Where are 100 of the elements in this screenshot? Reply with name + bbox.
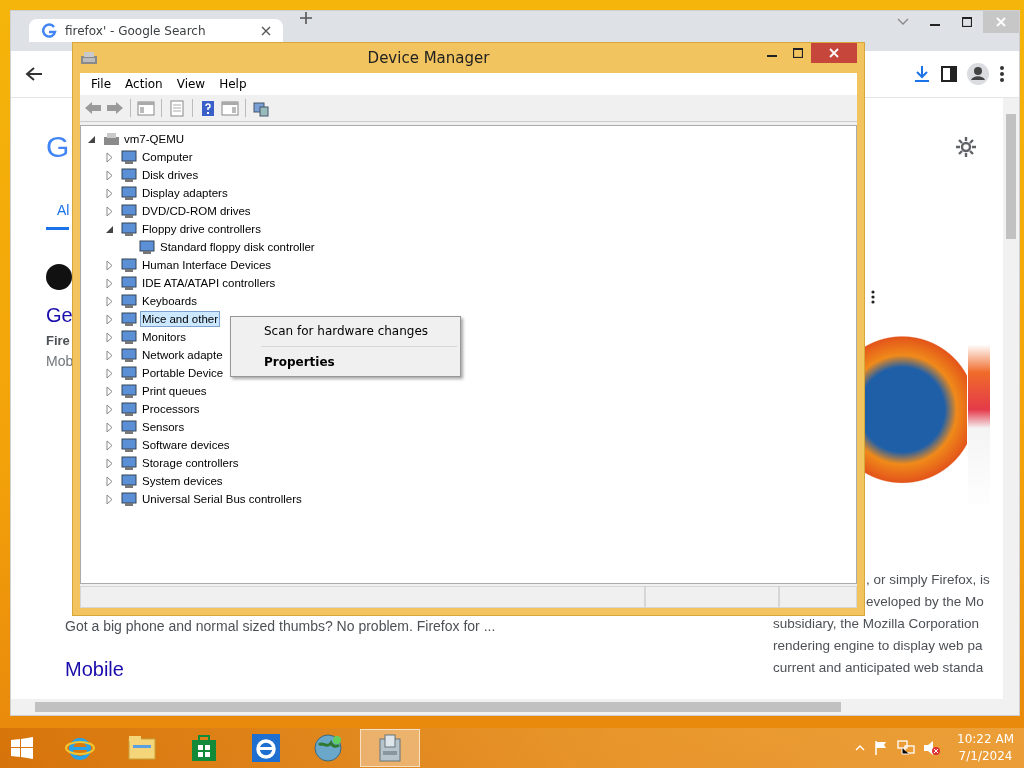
- menu-item[interactable]: View: [169, 75, 213, 93]
- expand-triangle-icon[interactable]: [104, 295, 114, 307]
- expand-triangle-icon[interactable]: [104, 421, 114, 433]
- windows-logo-icon[interactable]: [11, 737, 33, 759]
- caret-up-icon[interactable]: [855, 745, 866, 751]
- google-icon: [41, 22, 57, 39]
- scrollbar[interactable]: [11, 699, 1019, 715]
- panel-text: , or simply Firefox, is: [866, 572, 990, 588]
- tree-item[interactable]: System devices: [140, 473, 225, 489]
- device-icon: [121, 437, 138, 453]
- close-icon: [996, 17, 1006, 27]
- properties-icon[interactable]: [168, 99, 186, 117]
- tree-item[interactable]: Storage controllers: [140, 455, 241, 471]
- tree-item[interactable]: Computer: [140, 149, 195, 165]
- taskbar-button[interactable]: [360, 729, 420, 767]
- maximize-icon[interactable]: [793, 48, 803, 58]
- tree-item[interactable]: Print queues: [140, 383, 209, 399]
- expand-triangle-icon[interactable]: [104, 205, 114, 217]
- expand-triangle-icon[interactable]: [104, 457, 114, 469]
- network-icon[interactable]: [897, 740, 916, 756]
- menu-icon[interactable]: [999, 65, 1005, 83]
- help-icon[interactable]: [199, 99, 217, 117]
- tree-item[interactable]: Keyboards: [140, 293, 199, 309]
- side-panel-icon[interactable]: [941, 66, 957, 82]
- tree-item[interactable]: vm7-QEMU: [122, 131, 187, 147]
- computer-icon: [80, 50, 98, 66]
- browser-tab[interactable]: firefox' - Google Search: [29, 19, 283, 42]
- menu-item[interactable]: Scan for hardware changes: [231, 320, 460, 342]
- chevron-icon[interactable]: [897, 18, 909, 26]
- clock-time: 10:22 AM: [957, 731, 1014, 748]
- close-icon: [829, 48, 839, 58]
- expand-triangle-icon[interactable]: [104, 403, 114, 415]
- tree-item[interactable]: Software devices: [140, 437, 232, 453]
- device-icon: [139, 239, 156, 255]
- expand-triangle-icon[interactable]: [104, 349, 114, 361]
- back-arrow-icon[interactable]: [25, 66, 43, 82]
- tree-item[interactable]: Portable Device: [140, 365, 226, 381]
- menu-item[interactable]: File: [84, 75, 119, 93]
- tree-item[interactable]: Standard floppy disk controller: [158, 239, 317, 255]
- tree-item[interactable]: DVD/CD-ROM drives: [140, 203, 253, 219]
- tree-item[interactable]: Universal Serial Bus controllers: [140, 491, 304, 507]
- result-link[interactable]: Mobile: [65, 658, 124, 680]
- device-icon: [121, 149, 138, 165]
- expand-triangle-icon[interactable]: [104, 259, 114, 271]
- device-icon: [121, 401, 138, 417]
- site-icon: [46, 264, 72, 290]
- scrollbar[interactable]: [1003, 98, 1019, 699]
- download-icon[interactable]: [913, 65, 931, 83]
- device-icon: [121, 275, 138, 291]
- device-icon: [121, 221, 138, 237]
- tree-item[interactable]: Monitors: [140, 329, 189, 345]
- expand-triangle-icon[interactable]: [104, 331, 114, 343]
- tree-item[interactable]: Disk drives: [140, 167, 201, 183]
- folder-icon: [127, 733, 157, 763]
- expand-triangle-icon[interactable]: [104, 169, 114, 181]
- scan-monitor-icon[interactable]: [252, 99, 270, 117]
- computer-icon: [103, 131, 120, 147]
- expand-triangle-icon[interactable]: [104, 493, 114, 505]
- tree-item[interactable]: Processors: [140, 401, 202, 417]
- expand-triangle-icon[interactable]: [104, 277, 114, 289]
- device-icon: [121, 383, 138, 399]
- globe-icon: [313, 733, 343, 763]
- action-pane-icon[interactable]: [221, 99, 239, 117]
- expand-triangle-icon[interactable]: [104, 439, 114, 451]
- expand-triangle-icon[interactable]: [104, 367, 114, 379]
- maximize-icon[interactable]: [962, 17, 972, 27]
- tab-title: firefox' - Google Search: [65, 23, 207, 38]
- tree-item[interactable]: Display adapters: [140, 185, 230, 201]
- expand-triangle-icon[interactable]: [104, 385, 114, 397]
- new-tab-icon[interactable]: [299, 11, 313, 25]
- expand-triangle-icon[interactable]: [104, 313, 114, 325]
- close-button[interactable]: [811, 43, 857, 63]
- device-icon: [121, 311, 138, 327]
- console-tree-icon[interactable]: [137, 99, 155, 117]
- device-icon: [121, 455, 138, 471]
- close-icon[interactable]: [261, 25, 271, 36]
- scroll-thumb[interactable]: [1006, 114, 1016, 239]
- result-title[interactable]: Ge: [46, 302, 73, 328]
- device-icon: [121, 167, 138, 183]
- more-icon[interactable]: [871, 290, 875, 304]
- expand-triangle-icon[interactable]: [104, 151, 114, 163]
- tree-item[interactable]: Network adapte: [140, 347, 225, 363]
- search-tab[interactable]: Al: [46, 200, 70, 230]
- tree-item[interactable]: Mice and other: [140, 311, 221, 327]
- device-icon: [121, 185, 138, 201]
- tree-item[interactable]: Floppy drive controllers: [140, 221, 263, 237]
- device-icon: [121, 329, 138, 345]
- tree-item[interactable]: IDE ATA/ATAPI controllers: [140, 275, 278, 291]
- close-button[interactable]: [983, 11, 1019, 33]
- speaker-muted-icon[interactable]: [923, 740, 942, 756]
- menu-item[interactable]: Properties: [231, 351, 460, 373]
- menu-item[interactable]: Action: [118, 75, 170, 93]
- expand-triangle-icon[interactable]: [104, 475, 114, 487]
- avatar-icon[interactable]: [967, 63, 989, 85]
- expand-triangle-icon[interactable]: [104, 187, 114, 199]
- tree-item[interactable]: Sensors: [140, 419, 187, 435]
- tree-item[interactable]: Human Interface Devices: [140, 257, 274, 273]
- menu-item[interactable]: Help: [212, 75, 254, 93]
- scroll-thumb[interactable]: [35, 702, 841, 712]
- forward-arrow-icon[interactable]: [106, 99, 124, 117]
